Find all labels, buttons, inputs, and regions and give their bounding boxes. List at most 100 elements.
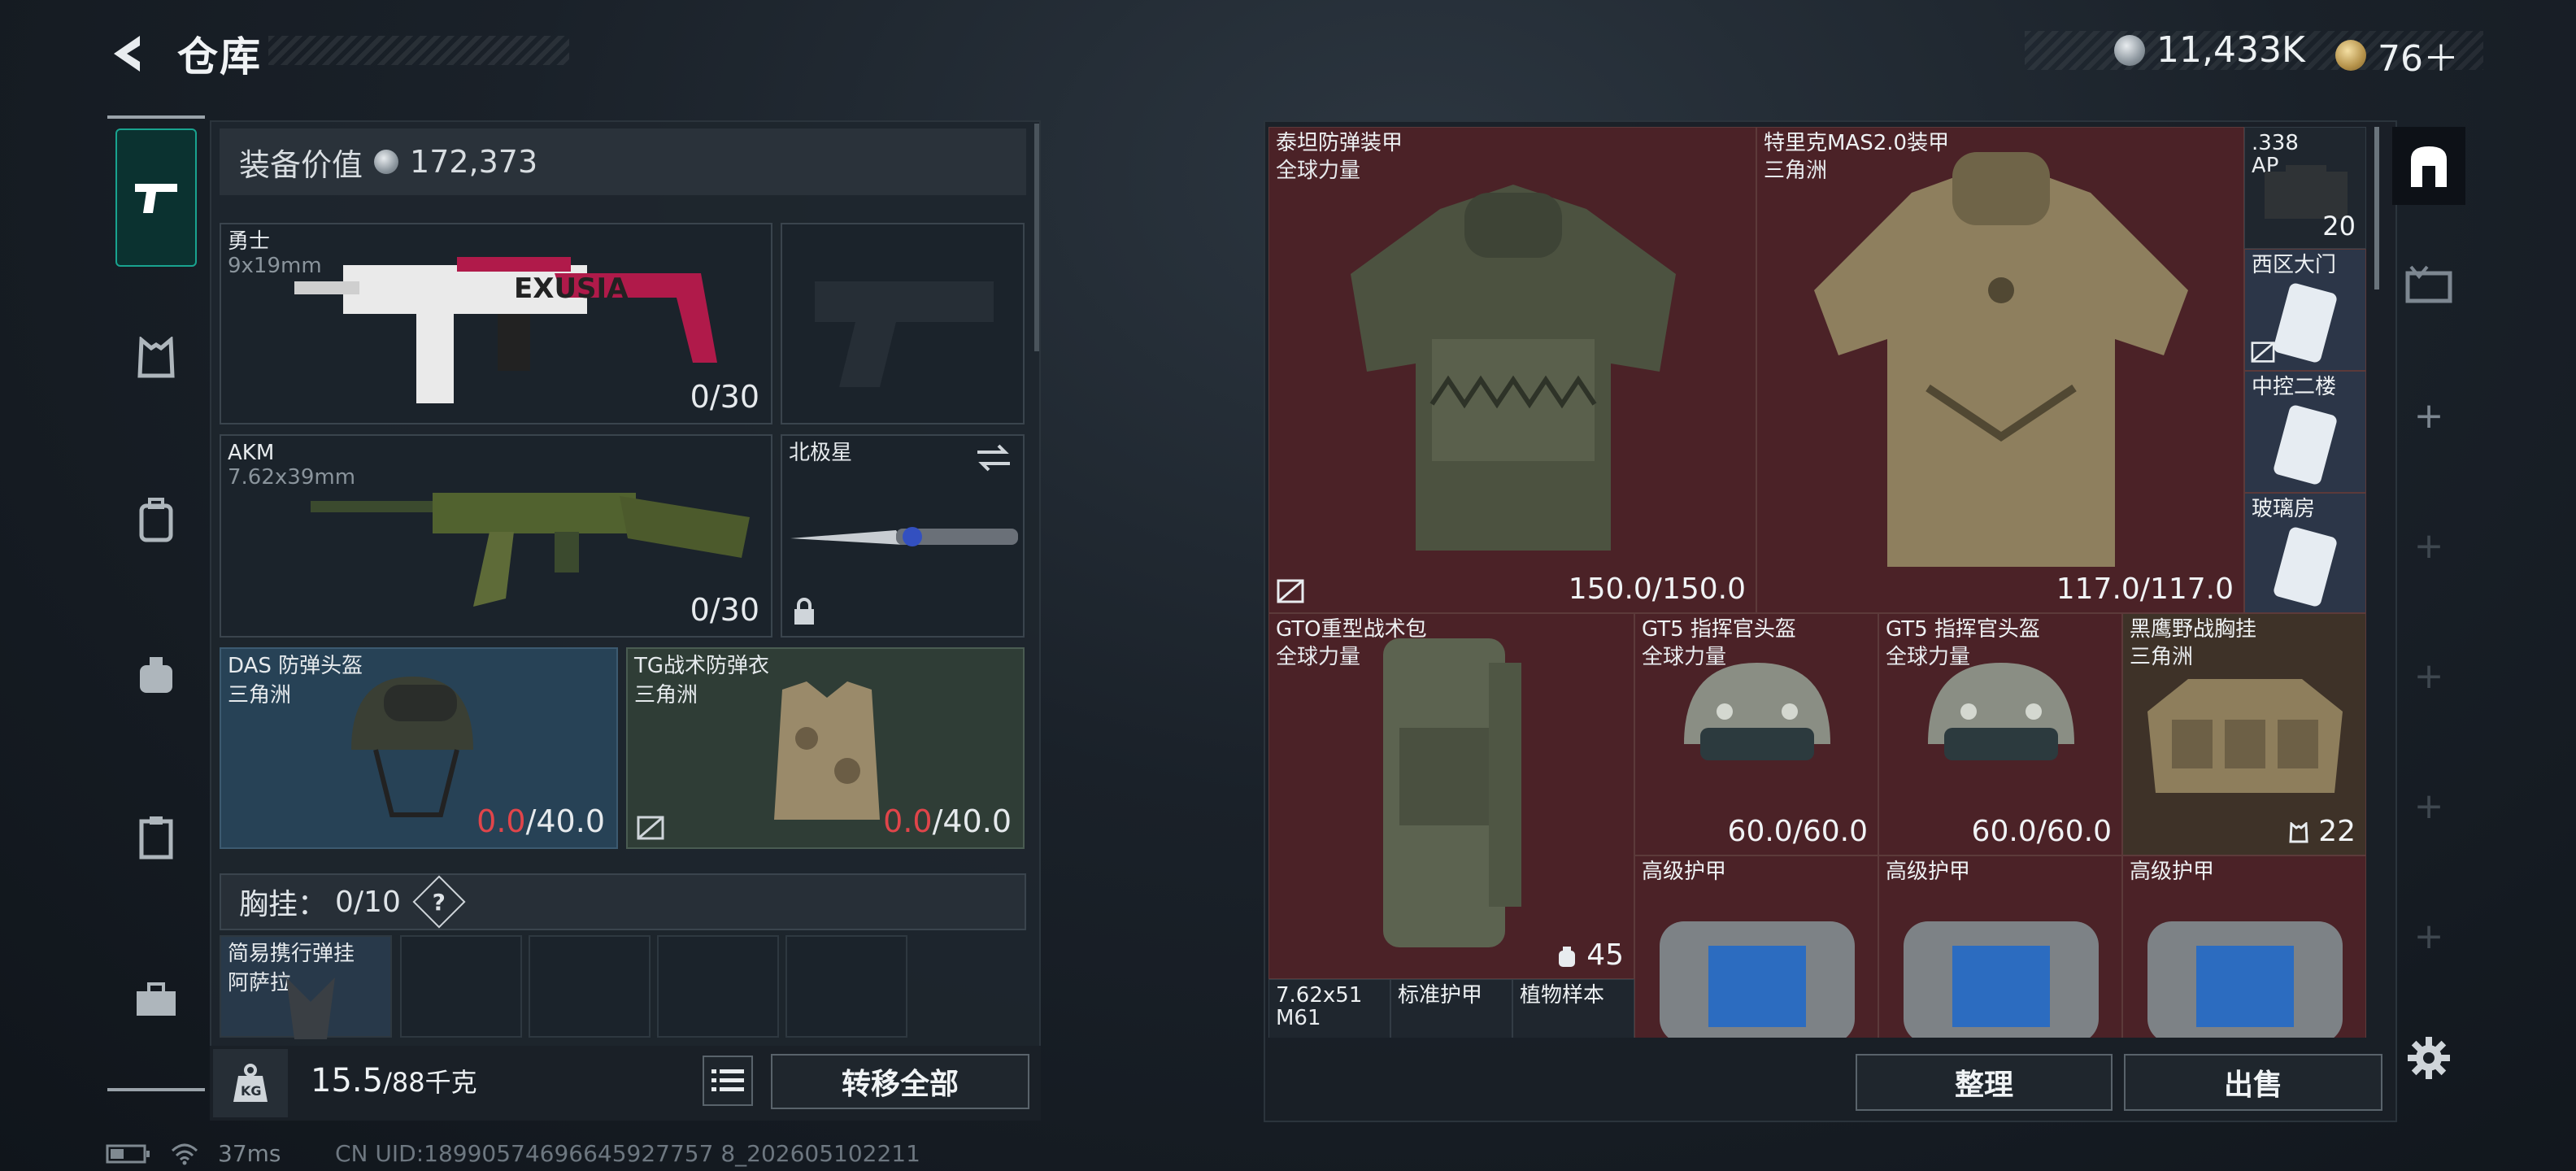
stash-item[interactable]: GTO重型战术包 全球力量 45 [1268,613,1634,979]
stash-item[interactable]: 7.62x51 M61 [1268,979,1390,1038]
armor-slot[interactable]: TG战术防弹衣 三角洲 0.0/40.0 [626,647,1025,849]
rig-slot-empty[interactable] [657,935,779,1038]
secondary-weapon-slot[interactable]: AKM 7.62x39mm 0/30 [220,434,772,638]
helmet-image [1684,663,1830,760]
helmet-image [351,677,473,817]
rig-slot-empty[interactable] [400,935,522,1038]
chest-rig-slot[interactable]: 简易携行弹挂 阿萨拉 [220,935,392,1039]
add-stash-tab-button[interactable]: + [2392,769,2465,842]
sell-button[interactable]: 出售 [2124,1054,2382,1111]
item-durability: 60.0/60.0 [1971,815,2112,848]
weapon-ammo-count: 0/30 [690,592,759,628]
add-stash-tab-button[interactable]: + [2392,509,2465,582]
chest-rig-capacity-icon [2289,821,2308,843]
item-count: 45 [1586,938,1624,972]
stash-item[interactable]: 高级护甲 [1878,855,2122,1038]
user-id: CN UID:18990574696645927757 8_2026051022… [335,1140,920,1167]
gold-amount: 76＋ [2378,38,2459,80]
weapon-name: AKM [228,441,275,465]
stash-item[interactable]: 中控二楼 [2244,371,2366,493]
equipment-value-amount: 172,373 [410,144,538,180]
stash-item[interactable]: 玻璃房 [2244,493,2366,613]
keycard-image [2274,527,2337,607]
weight-icon: KG [213,1049,288,1117]
item-count: 22 [2318,815,2356,848]
chest-rig-bar: 胸挂： 0/10 ? [220,873,1026,930]
nav-backpack[interactable] [115,480,197,561]
sidearm-slot[interactable] [781,223,1025,424]
stash-tabs: + + + + + [2392,127,2465,1079]
swap-icon[interactable] [976,444,1012,472]
kg-weight-icon: KG [233,1064,268,1102]
lock-icon [794,598,814,625]
armor-kit-image [2147,921,2343,1038]
add-stash-tab-button[interactable]: + [2392,899,2465,973]
chest-rig-item-name: 简易携行弹挂 [228,942,355,966]
stash-icon [2411,146,2447,187]
stash-item[interactable]: 特里克MAS2.0装甲 三角洲 117.0/117.0 [1756,127,2244,613]
pouch-icon [140,657,172,693]
item-name: 泰坦防弹装甲 [1276,131,1403,155]
nav-weapons[interactable] [115,128,197,267]
stash-item[interactable]: .338 AP 20 [2244,127,2366,249]
item-name: 植物样本 [1520,983,1605,1008]
helmet-slot[interactable]: DAS 防弹头盔 三角洲 0.0/40.0 [220,647,618,849]
pistol-icon [135,184,177,213]
knife-image [790,527,1018,546]
silver-currency[interactable]: 11,433K [2114,29,2305,71]
add-stash-tab-button[interactable]: + [2392,379,2465,452]
help-icon[interactable]: ? [412,875,466,929]
heavy-armor-image [1351,185,1676,551]
rig-slot-empty[interactable] [529,935,651,1038]
loadout-scrollbar[interactable] [1034,124,1039,351]
melee-slot[interactable]: 北极星 [781,434,1025,638]
rifle-image [311,493,750,607]
back-arrow-icon[interactable] [106,31,151,76]
rig-slot-empty[interactable] [785,935,907,1038]
ping: 37ms [218,1140,281,1167]
stash-item[interactable]: 高级护甲 [2122,855,2366,1038]
nav-case[interactable] [115,797,197,878]
list-view-button[interactable] [703,1056,753,1106]
chest-rig-image [286,977,335,1039]
plus-icon: + [2413,655,2444,697]
stash-item[interactable]: 标准护甲 [1390,979,1512,1038]
stash-item[interactable]: 西区大门 [2244,249,2366,371]
settings-button[interactable] [2392,1021,2465,1095]
transfer-all-button[interactable]: 转移全部 [771,1054,1029,1109]
nav-chest-rig[interactable] [115,317,197,398]
armor-name: TG战术防弹衣 [634,654,770,678]
stash-scrollbar[interactable] [2374,127,2379,289]
organize-button[interactable]: 整理 [1856,1054,2113,1111]
add-stash-tab-button[interactable]: + [2392,639,2465,712]
stash-item[interactable]: GT5 指挥官头盔 全球力量 60.0/60.0 [1878,613,2122,855]
stash-item[interactable]: 高级护甲 [1634,855,1878,1038]
item-name: 高级护甲 [1642,860,1727,884]
armor-durability-current: 0.0 [883,803,933,839]
stash-item[interactable]: 植物样本 [1512,979,1634,1038]
tab-vault[interactable] [2392,249,2465,322]
no-insure-icon [637,816,664,840]
chest-rig-label: 胸挂： [239,888,328,921]
gold-currency[interactable]: 76＋ [2335,29,2459,81]
backpack-image [1383,638,1521,947]
armor-faction: 三角洲 [634,683,698,707]
gear-icon [2408,1037,2450,1079]
battery-icon [106,1144,150,1163]
weight-max: /88千克 [383,1067,477,1098]
helmet-durability-current: 0.0 [476,803,526,839]
stash-item[interactable]: 泰坦防弹装甲 全球力量 150.0/150.0 [1268,127,1756,613]
plus-icon: + [2413,785,2444,827]
nav-toolbox[interactable] [115,960,197,1041]
item-name: 西区大门 [2252,253,2337,277]
nav-pouch[interactable] [115,634,197,716]
backpack-capacity-icon [1558,947,1575,967]
primary-weapon-slot[interactable]: 勇士 9x19mm EXUSIA 0/30 [220,223,772,424]
stash-item[interactable]: 黑鹰野战胸挂 三角洲 22 [2122,613,2366,855]
silver-coin-icon [2114,34,2145,66]
item-name: 中控二楼 [2252,375,2337,399]
stash-item[interactable]: GT5 指挥官头盔 全球力量 60.0/60.0 [1634,613,1878,855]
tab-stash-main[interactable] [2392,127,2465,205]
item-capacity: 45 [1556,938,1624,972]
plus-icon: + [2413,915,2444,957]
